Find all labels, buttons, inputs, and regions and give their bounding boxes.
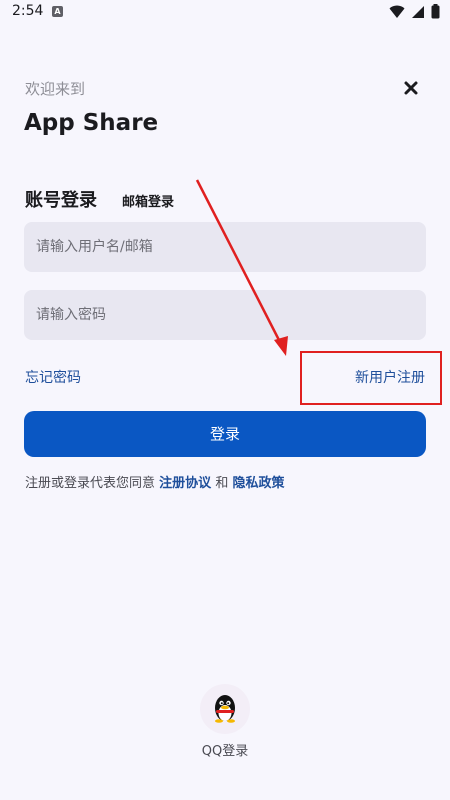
app-title: App Share [24, 110, 159, 136]
terms-link[interactable]: 注册协议 [159, 476, 211, 491]
status-icons [389, 4, 440, 19]
agreement-and: 和 [215, 476, 229, 491]
battery-icon [431, 4, 440, 19]
welcome-text: 欢迎来到 [25, 80, 86, 98]
username-input[interactable]: 请输入用户名/邮箱 [24, 222, 426, 272]
tab-email-login[interactable]: 邮箱登录 [122, 191, 174, 210]
qq-login-button[interactable]: QQ登录 [195, 684, 255, 759]
login-tabs: 账号登录 邮箱登录 [25, 186, 174, 212]
tab-account-login[interactable]: 账号登录 [25, 186, 97, 212]
qq-login-label: QQ登录 [201, 744, 249, 759]
privacy-link[interactable]: 隐私政策 [232, 476, 284, 491]
wifi-icon [389, 5, 405, 18]
notification-icon: A [52, 6, 63, 17]
close-icon[interactable] [400, 77, 422, 99]
agreement-prefix: 注册或登录代表您同意 [25, 476, 156, 491]
agreement-text: 注册或登录代表您同意 注册协议 和 隐私政策 [25, 472, 284, 491]
signal-icon [412, 5, 424, 18]
login-button[interactable]: 登录 [24, 411, 426, 457]
status-time: 2:54 [12, 3, 44, 19]
forgot-password-link[interactable]: 忘记密码 [25, 367, 81, 387]
register-highlight-box [300, 351, 442, 405]
status-bar: 2:54 A [0, 0, 450, 26]
password-input[interactable]: 请输入密码 [24, 290, 426, 340]
qq-penguin-icon[interactable] [200, 684, 250, 734]
